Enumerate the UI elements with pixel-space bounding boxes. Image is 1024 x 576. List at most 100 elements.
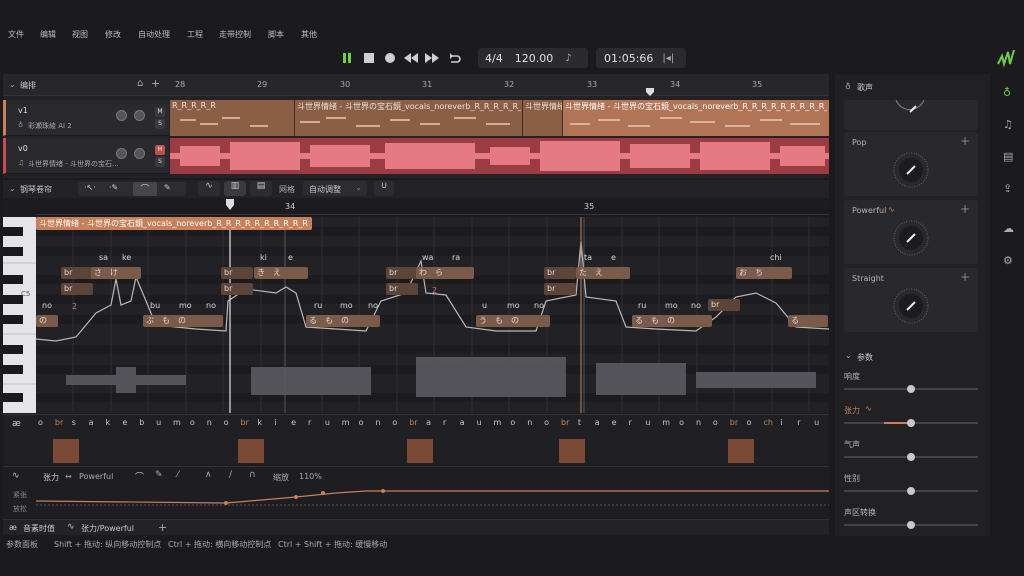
note[interactable]: た え [576,267,630,279]
phoneme[interactable]: i [780,418,782,427]
pitch-curve-icon[interactable]: ∿ [198,181,220,196]
pan-knob[interactable] [134,148,145,159]
phoneme[interactable]: o [510,418,515,427]
snap-to-playhead-icon[interactable]: |◂| [662,53,674,64]
stop-button[interactable] [362,51,376,65]
phoneme[interactable]: a [426,418,431,427]
phoneme[interactable]: a [460,418,465,427]
tab-tension[interactable]: 张力/Powerful [81,523,134,534]
collapse-icon[interactable]: ⌄ [845,351,852,360]
add-icon[interactable]: + [960,270,970,284]
list-icon[interactable]: ▤ [1003,150,1013,163]
phoneme[interactable]: n [207,418,212,427]
add-icon[interactable]: + [960,202,970,216]
note[interactable]: br [386,283,418,295]
phoneme[interactable]: k [257,418,262,427]
clip-title-bar[interactable]: 斗世界情绪 - 斗世界の宝石鏡_vocals_noreverb_R_R_R_R_… [36,217,312,230]
breath-block[interactable] [52,439,79,463]
rewind-button[interactable] [403,51,419,65]
menu-file[interactable]: 文件 [8,29,24,40]
breath-block[interactable] [727,439,754,463]
record-button[interactable] [383,51,397,65]
cloud-icon[interactable]: ☁ [1003,222,1014,235]
audio-clip[interactable] [170,138,829,174]
mic-icon[interactable]: ♁ [1003,86,1011,99]
phoneme[interactable]: e [612,418,617,427]
phoneme[interactable]: i [274,418,276,427]
voice-card-partial[interactable] [844,100,978,130]
menu-project[interactable]: 工程 [187,29,203,40]
export-icon[interactable]: ⇪ [1003,182,1012,195]
note[interactable]: う も の [476,315,550,327]
slider-handle[interactable] [907,453,915,461]
time-value[interactable]: 01:05:66 [604,52,653,65]
phoneme[interactable]: m [494,418,502,427]
note[interactable]: br [61,283,93,295]
breath-block[interactable] [238,439,265,463]
knob-icon[interactable] [889,284,933,328]
note[interactable]: br [61,267,93,279]
lock-icon[interactable]: ⌂ [137,78,143,89]
select-tool-icon[interactable]: ·↖· [84,183,96,192]
note[interactable]: br [221,283,253,295]
phoneme[interactable]: o [224,418,229,427]
note[interactable]: お ち [736,267,792,279]
line-tool-icon[interactable]: ⁄ [177,470,179,480]
slider-handle[interactable] [907,487,915,495]
audio-clip-name[interactable]: 斗世界情绪 - 斗世界の宝石... [28,159,119,169]
metronome-icon[interactable]: ♪ [565,53,571,64]
gear-icon[interactable]: ⚙ [1003,254,1013,267]
pan-knob[interactable] [134,110,145,121]
phoneme[interactable]: o [747,418,752,427]
zoom-value[interactable]: 110% [299,472,322,481]
slider-handle[interactable] [907,521,915,529]
note[interactable]: br [544,283,576,295]
phoneme-lane[interactable]: æ o br s a k e b u m o n o br k i e r u m o n o br a r a u m o n o br t a… [3,414,829,464]
add-track-icon[interactable]: + [151,77,160,90]
phoneme[interactable]: r [797,418,800,427]
note[interactable]: わ ら [416,267,474,279]
mute-button[interactable]: M [155,145,165,155]
param-tension-slider[interactable] [844,419,978,427]
phoneme[interactable]: a [89,418,94,427]
note[interactable]: br [386,267,418,279]
pause-button[interactable] [340,51,354,65]
param-lane[interactable]: ∿ 张力 ↔ Powerful ⌒ ✎ ⁄ ∧ / ∩ 缩放 110% 紧张 放… [3,466,829,518]
solo-button[interactable]: S [155,157,165,167]
track-name[interactable]: v0 [18,144,28,153]
menu-auto[interactable]: 自动处理 [138,29,170,40]
breath-block[interactable] [559,439,586,463]
draw-tool-icon[interactable]: ✎ [164,183,171,192]
phoneme[interactable]: t [578,418,581,427]
playhead-marker-icon[interactable] [225,199,235,211]
tab-phoneme-duration[interactable]: 音素时值 [23,523,55,534]
phoneme[interactable]: o [679,418,684,427]
waveform-toggle-icon[interactable]: ▥ [224,181,246,196]
note[interactable]: さ け [91,267,141,279]
menu-transport[interactable]: 走带控制 [219,29,251,40]
slider-handle[interactable] [907,385,915,393]
phoneme[interactable]: k [105,418,110,427]
voice-card-straight[interactable]: Straight + [844,268,978,332]
phoneme[interactable]: r [308,418,311,427]
collapse-icon[interactable]: ⌄ [9,184,16,193]
phoneme[interactable]: n [375,418,380,427]
phoneme[interactable]: s [72,418,76,427]
note[interactable]: る [788,315,828,327]
slope-tool-icon[interactable]: / [229,470,232,480]
param-loudness-slider[interactable] [844,385,978,393]
phoneme[interactable]: r [629,418,632,427]
phoneme[interactable]: o [359,418,364,427]
phoneme[interactable]: n [696,418,701,427]
grid-dropdown[interactable]: 自动调整 ⌄ [303,181,367,196]
solo-button[interactable]: S [155,119,165,129]
add-icon[interactable]: + [960,134,970,148]
param-register-slider[interactable] [844,521,978,529]
piano-roll-ruler[interactable]: 34 35 [36,199,829,215]
note[interactable]: る も の [632,315,712,327]
phoneme[interactable]: r [443,418,446,427]
note[interactable]: br [708,299,740,311]
voice-card-powerful[interactable]: Powerful ∿ + [844,200,978,264]
phoneme[interactable]: o [713,418,718,427]
note-grid[interactable]: 斗世界情绪 - 斗世界の宝石鏡_vocals_noreverb_R_R_R_R_… [36,217,829,413]
